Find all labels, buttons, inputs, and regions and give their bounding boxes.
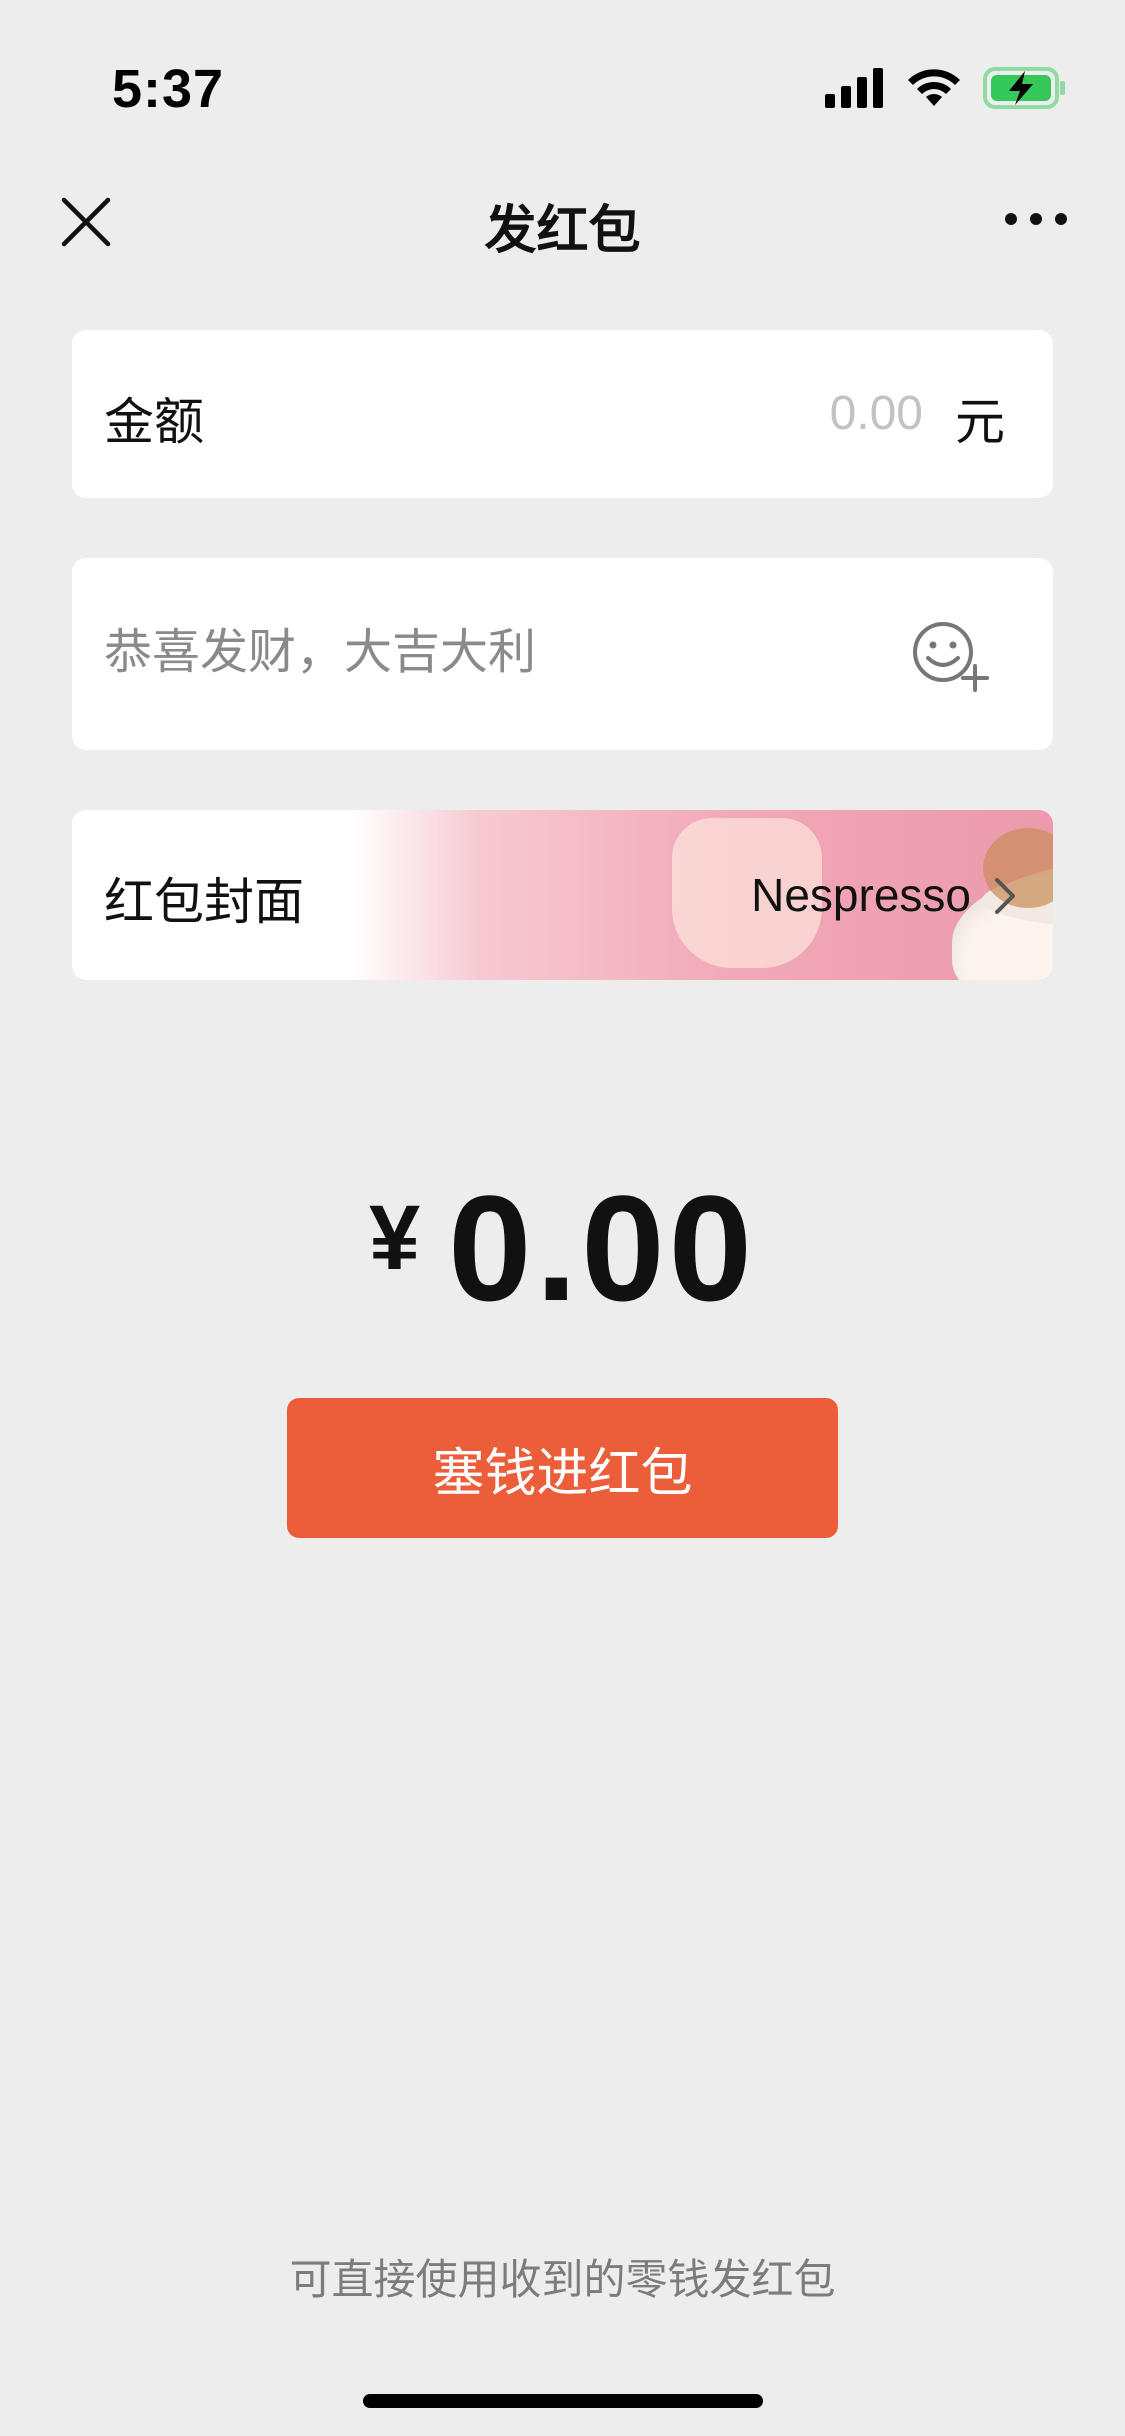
footer-note: 可直接使用收到的零钱发红包 xyxy=(289,2255,836,2304)
chevron-right-icon xyxy=(995,878,1015,914)
more-icon[interactable] xyxy=(1003,204,1069,234)
put-money-button[interactable]: 塞钱进红包 xyxy=(287,1398,838,1538)
cover-label: 红包封面 xyxy=(104,873,304,931)
page-title: 发红包 xyxy=(484,201,641,261)
cellular-signal-icon xyxy=(825,68,883,108)
greeting-input[interactable] xyxy=(104,624,884,680)
wifi-icon xyxy=(908,69,960,106)
amount-label: 金额 xyxy=(104,393,204,451)
status-icons xyxy=(825,64,1067,112)
home-indicator[interactable] xyxy=(363,2394,763,2408)
cover-name: Nespresso xyxy=(751,869,971,921)
status-time: 5:37 xyxy=(112,59,225,119)
emoji-add-icon[interactable] xyxy=(909,618,993,694)
cover-row[interactable]: 红包封面 Nespresso xyxy=(72,810,1053,980)
status-bar: 5:37 xyxy=(0,0,1125,140)
total-value: 0.00 xyxy=(448,1163,757,1332)
total-amount: ¥ 0.00 xyxy=(0,1164,1125,1332)
amount-unit: 元 xyxy=(955,393,1005,451)
currency-symbol: ¥ xyxy=(368,1186,421,1289)
greeting-row xyxy=(72,558,1053,750)
amount-row[interactable]: 金额 0.00 元 xyxy=(72,330,1053,498)
amount-input[interactable]: 0.00 xyxy=(830,386,923,441)
send-red-packet-screen: 5:37 发红包 金额 0.00 元 恭喜发财，大吉大利 红包封面 Nespre… xyxy=(0,0,1125,2436)
nav-bar: 发红包 xyxy=(0,170,1125,266)
battery-charging-icon xyxy=(983,67,1065,109)
